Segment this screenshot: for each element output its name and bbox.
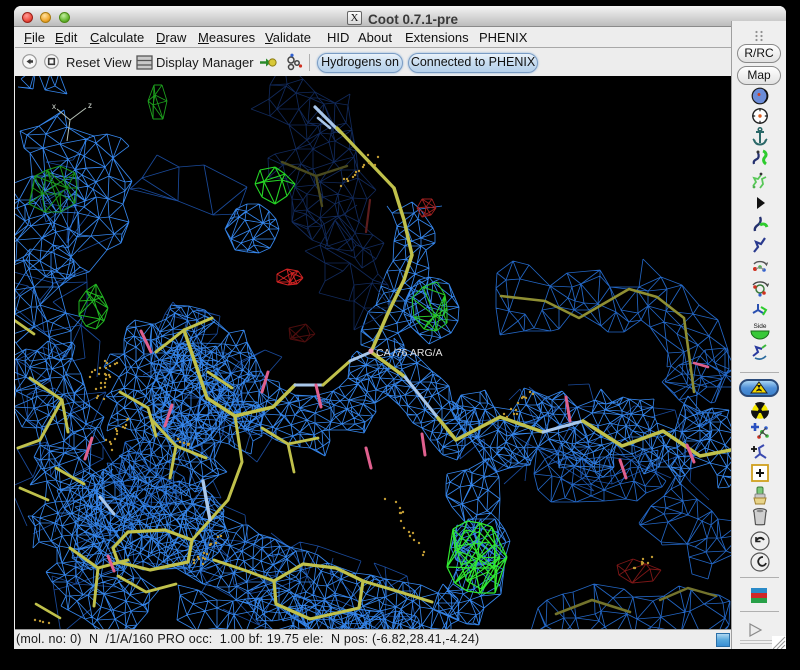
svg-text:CA /76 ARG/A: CA /76 ARG/A <box>376 347 443 359</box>
svg-text:z: z <box>88 101 92 110</box>
svg-text:x: x <box>52 102 56 111</box>
svg-text:Side: Side <box>753 323 766 330</box>
